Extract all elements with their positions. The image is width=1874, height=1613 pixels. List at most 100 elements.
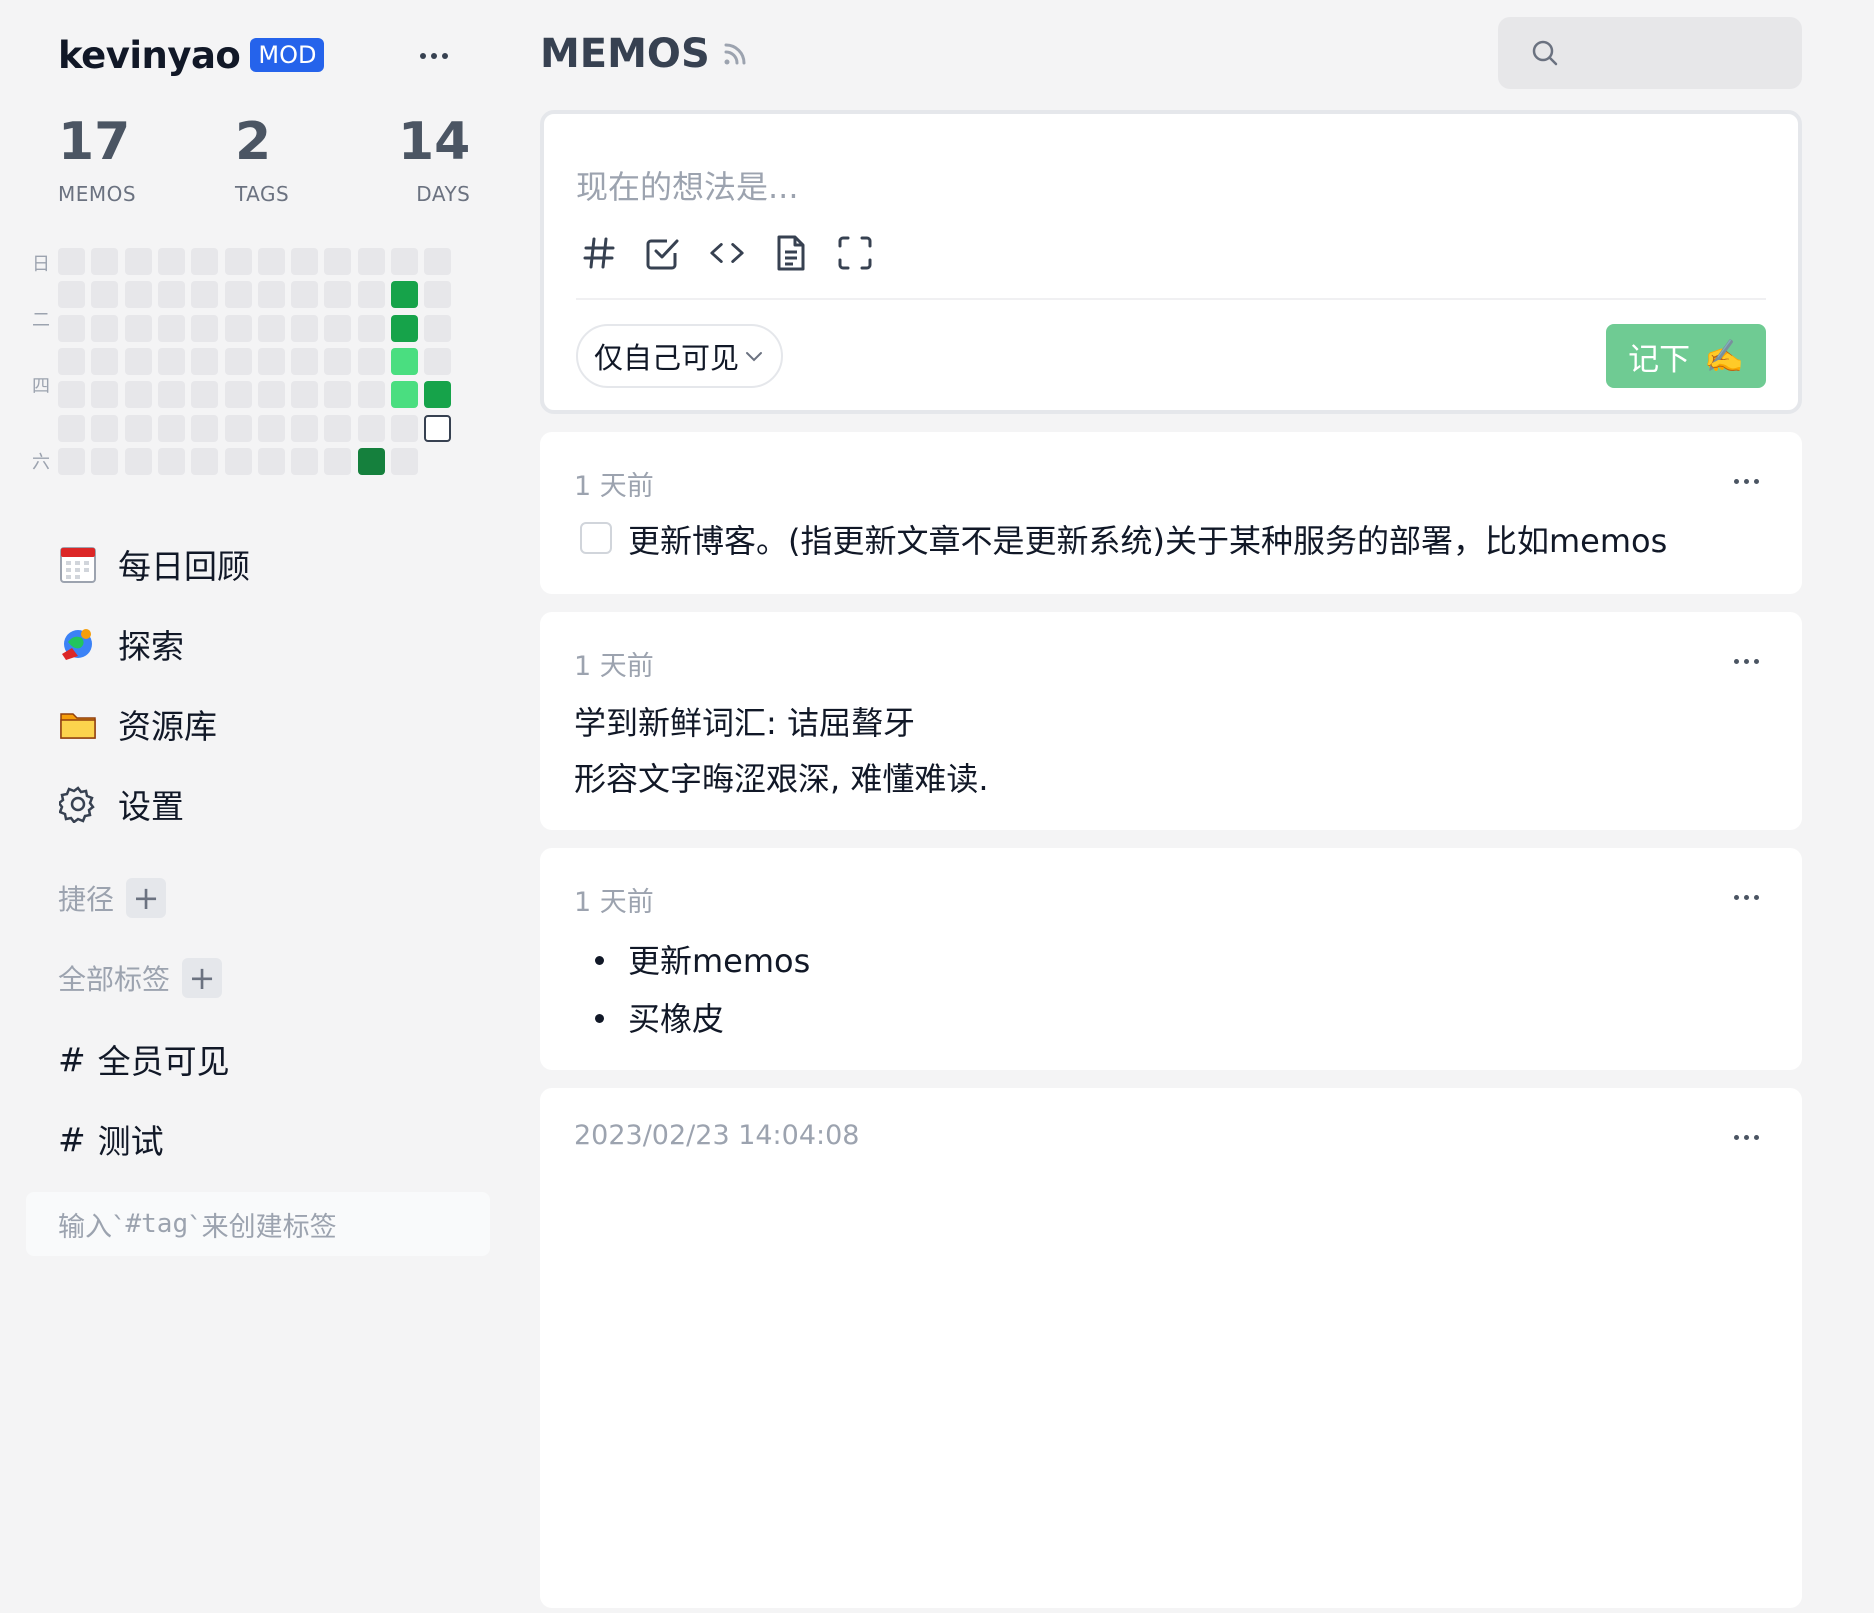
memo-more-button[interactable] [1726, 1122, 1766, 1152]
memo-time[interactable]: 1 天前 [574, 880, 654, 919]
heatmap-cell[interactable] [91, 281, 119, 309]
user-menu-button[interactable] [410, 36, 458, 76]
memo-time[interactable]: 2023/02/23 14:04:08 [574, 1120, 859, 1151]
heatmap-cell[interactable] [424, 414, 452, 442]
heatmap-cell[interactable] [157, 347, 185, 375]
heatmap-cell[interactable] [257, 414, 285, 442]
heatmap-cell[interactable] [324, 347, 352, 375]
heatmap-cell[interactable] [124, 414, 152, 442]
heatmap-cell[interactable] [257, 381, 285, 409]
heatmap-cell[interactable] [224, 414, 252, 442]
heatmap-cell[interactable] [191, 281, 219, 309]
heatmap-cell[interactable] [58, 281, 85, 309]
heatmap-cell[interactable] [91, 347, 119, 375]
nav-settings[interactable]: 设置 [58, 776, 458, 832]
editor-input[interactable]: 现在的想法是... [576, 162, 799, 208]
heatmap-cell[interactable] [58, 314, 85, 342]
heatmap-cell[interactable] [291, 414, 319, 442]
heatmap-cell[interactable] [58, 347, 85, 375]
memo-time[interactable]: 1 天前 [574, 464, 654, 503]
heatmap-cell[interactable] [324, 381, 352, 409]
memo-more-button[interactable] [1726, 466, 1766, 496]
heatmap-cell[interactable] [257, 447, 285, 475]
heatmap-cell[interactable] [357, 414, 385, 442]
heatmap-cell[interactable] [157, 414, 185, 442]
add-tag-button[interactable]: + [182, 958, 223, 998]
heatmap-cell[interactable] [157, 381, 185, 409]
checkbox-icon[interactable] [644, 234, 682, 272]
heatmap-cell[interactable] [391, 447, 418, 475]
heatmap-cell[interactable] [391, 314, 418, 342]
heatmap-cell[interactable] [357, 248, 385, 275]
code-icon[interactable] [708, 234, 746, 272]
heatmap-cell[interactable] [391, 248, 418, 275]
tag-icon[interactable] [580, 234, 618, 272]
memo-time[interactable]: 1 天前 [574, 644, 654, 683]
heatmap-cell[interactable] [291, 314, 319, 342]
heatmap-cell[interactable] [257, 347, 285, 375]
heatmap-cell[interactable] [291, 381, 319, 409]
heatmap-cell[interactable] [291, 347, 319, 375]
heatmap-cell[interactable] [257, 281, 285, 309]
tag-item[interactable]: # 测试 [58, 1114, 164, 1164]
heatmap-cell[interactable] [91, 381, 119, 409]
heatmap-cell[interactable] [124, 381, 152, 409]
heatmap-cell[interactable] [291, 447, 319, 475]
heatmap-cell[interactable] [224, 281, 252, 309]
memo-more-button[interactable] [1726, 646, 1766, 676]
heatmap-cell[interactable] [191, 347, 219, 375]
add-shortcut-button[interactable]: + [126, 878, 167, 918]
heatmap-cell[interactable] [424, 314, 452, 342]
heatmap-cell[interactable] [424, 248, 452, 275]
heatmap-cell[interactable] [391, 381, 418, 409]
save-button[interactable]: 记下 ✍️ [1606, 324, 1766, 388]
heatmap-cell[interactable] [357, 347, 385, 375]
heatmap-cell[interactable] [424, 281, 452, 309]
file-icon[interactable] [772, 234, 810, 272]
nav-daily-review[interactable]: 每日回顾 [58, 536, 458, 592]
heatmap-cell[interactable] [157, 447, 185, 475]
heatmap-cell[interactable] [58, 414, 85, 442]
username[interactable]: kevinyao [58, 34, 241, 77]
heatmap-cell[interactable] [191, 447, 219, 475]
visibility-select[interactable]: 仅自己可见 [576, 324, 784, 388]
heatmap-cell[interactable] [391, 347, 418, 375]
heatmap-cell[interactable] [58, 381, 85, 409]
nav-resources[interactable]: 资源库 [58, 696, 458, 752]
heatmap-cell[interactable] [157, 314, 185, 342]
heatmap-cell[interactable] [124, 347, 152, 375]
heatmap-cell[interactable] [124, 447, 152, 475]
heatmap-cell[interactable] [357, 447, 385, 475]
heatmap-cell[interactable] [91, 414, 119, 442]
stat-tags[interactable]: 2 TAGS [235, 112, 289, 206]
heatmap-cell[interactable] [124, 281, 152, 309]
memo-more-button[interactable] [1726, 882, 1766, 912]
heatmap-cell[interactable] [91, 314, 119, 342]
heatmap-cell[interactable] [124, 314, 152, 342]
heatmap-cell[interactable] [224, 347, 252, 375]
heatmap-cell[interactable] [157, 248, 185, 275]
heatmap-cell[interactable] [191, 314, 219, 342]
heatmap-cell[interactable] [324, 248, 352, 275]
rss-icon[interactable] [720, 39, 750, 69]
heatmap-cell[interactable] [391, 281, 418, 309]
nav-explore[interactable]: 探索 [58, 616, 458, 672]
heatmap-cell[interactable] [324, 281, 352, 309]
heatmap-cell[interactable] [391, 414, 418, 442]
heatmap-cell[interactable] [157, 281, 185, 309]
heatmap-cell[interactable] [424, 347, 452, 375]
search-input[interactable] [1574, 38, 1794, 68]
heatmap-cell[interactable] [224, 381, 252, 409]
heatmap-cell[interactable] [191, 248, 219, 275]
heatmap-cell[interactable] [257, 314, 285, 342]
heatmap-cell[interactable] [257, 248, 285, 275]
heatmap-cell[interactable] [191, 414, 219, 442]
heatmap-cell[interactable] [357, 314, 385, 342]
heatmap-cell[interactable] [324, 414, 352, 442]
heatmap-cell[interactable] [424, 381, 452, 409]
heatmap-cell[interactable] [58, 248, 85, 275]
heatmap-cell[interactable] [291, 248, 319, 275]
heatmap-cell[interactable] [324, 314, 352, 342]
heatmap-cell[interactable] [91, 248, 119, 275]
heatmap-cell[interactable] [58, 447, 85, 475]
